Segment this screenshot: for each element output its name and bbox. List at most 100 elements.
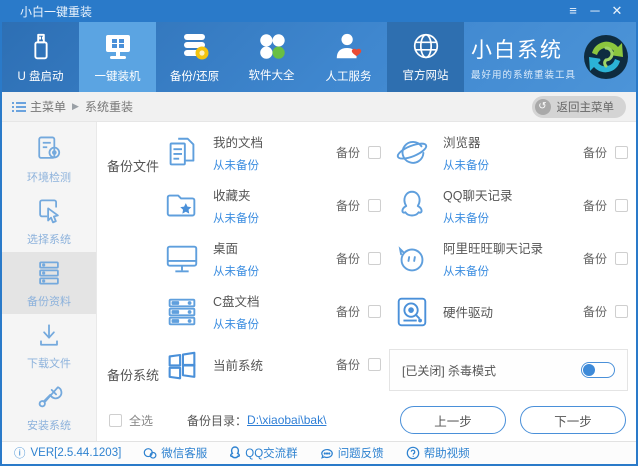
item-status: 从未备份 [213, 319, 259, 331]
section-label-backup-system: 备份系统 [107, 368, 160, 383]
qq-mini-icon [229, 446, 241, 460]
toggle-knob [583, 364, 595, 376]
folder-star-icon [159, 187, 205, 225]
usb-icon [25, 30, 57, 64]
nav-software-center[interactable]: 软件大全 [233, 22, 310, 92]
clover-icon [256, 31, 288, 63]
monitor-icon [101, 30, 135, 64]
backup-row-hardware-driver: 硬件驱动 备份 [389, 285, 628, 338]
desktop-icon [159, 240, 205, 278]
item-name: 收藏夹 [213, 189, 251, 203]
backup-label: 备份 [582, 252, 607, 266]
item-name: 阿里旺旺聊天记录 [443, 242, 544, 256]
app-window: 小白一键重装 ≡ ─ ✕ U 盘启动 一键装机 备份/还原 软件大全 人工服务 … [0, 0, 638, 466]
minimize-icon[interactable]: ─ [584, 0, 606, 22]
sidebar-item-env-check[interactable]: 环境检测 [2, 128, 96, 190]
select-all-label: 全选 [129, 413, 154, 428]
backup-left-column: 我的文档 从未备份 备份 收藏夹 从未备份 备份 桌面 从未备份 备份 C盘文档… [159, 126, 381, 391]
sidebar-item-backup-data[interactable]: 备份资料 [2, 252, 96, 314]
section-label-backup-files: 备份文件 [107, 159, 160, 174]
sidebar-item-download-files[interactable]: 下载文件 [2, 314, 96, 376]
menu-icon[interactable]: ≡ [562, 0, 584, 22]
backup-checkbox[interactable] [368, 252, 381, 265]
antivirus-mode-box: [已关闭] 杀毒模式 [389, 349, 628, 391]
sidebar: 环境检测 选择系统 备份资料 下载文件 安装系统 [2, 122, 97, 441]
sidebar-label: 安装系统 [27, 420, 71, 432]
backup-checkbox[interactable] [368, 199, 381, 212]
item-status: 从未备份 [443, 213, 489, 225]
antivirus-mode-label: [已关闭] 杀毒模式 [402, 363, 497, 378]
help-video-link[interactable]: 帮助视频 [406, 445, 470, 461]
item-name: 硬件驱动 [443, 306, 494, 320]
backup-checkbox[interactable] [615, 146, 628, 159]
wechat-service-link[interactable]: 微信客服 [143, 445, 207, 461]
nav-label: 官方网站 [402, 70, 449, 82]
backup-row-my-documents: 我的文档 从未备份 备份 [159, 126, 381, 179]
item-name: 我的文档 [213, 136, 264, 150]
breadcrumb-root[interactable]: 主菜单 [30, 98, 66, 115]
wechat-icon [143, 447, 157, 460]
back-arrow-icon: ↺ [534, 98, 551, 115]
feedback-bubble-icon [320, 447, 334, 460]
item-status: 从未备份 [213, 213, 259, 225]
breadcrumb-separator-icon: ▶ [72, 101, 79, 111]
list-icon [12, 101, 26, 113]
nav-label: 软件大全 [248, 70, 295, 82]
main-content: 备份文件 备份系统 我的文档 从未备份 备份 收藏夹 从未备份 备份 桌面 从未… [97, 122, 636, 441]
item-status: 从未备份 [213, 160, 259, 172]
backup-checkbox[interactable] [368, 358, 381, 371]
browser-icon [389, 134, 435, 172]
backup-checkbox[interactable] [368, 305, 381, 318]
nav-one-key-install[interactable]: 一键装机 [79, 22, 156, 92]
link-label: 问题反馈 [337, 448, 384, 460]
backup-label: 备份 [335, 305, 360, 319]
brand-area: 小白系统 最好用的系统重装工具 [464, 22, 636, 92]
top-nav: U 盘启动 一键装机 备份/还原 软件大全 人工服务 官方网站 小白系统 最好用… [2, 22, 636, 92]
documents-icon [159, 134, 205, 172]
item-name: 当前系统 [213, 359, 264, 373]
wrench-icon [33, 381, 65, 413]
link-label: QQ交流群 [245, 448, 298, 460]
sidebar-label: 下载文件 [27, 358, 71, 370]
sidebar-item-install-system[interactable]: 安装系统 [2, 376, 96, 438]
return-main-menu-button[interactable]: ↺ 返回主菜单 [531, 95, 626, 118]
backup-label: 备份 [335, 199, 360, 213]
backup-label: 备份 [582, 146, 607, 160]
version-text: VER[2.5.44.1203] [30, 447, 122, 459]
info-icon: ⓘ [14, 448, 26, 460]
backup-right-column: 浏览器 从未备份 备份 QQ聊天记录 从未备份 备份 阿里旺旺聊天记录 从未备份… [389, 126, 628, 338]
drive-stack-icon [159, 293, 205, 331]
hard-drive-icon [389, 293, 435, 331]
select-all-checkbox[interactable] [109, 413, 122, 427]
nav-label: 人工服务 [325, 71, 372, 83]
sidebar-item-select-system[interactable]: 选择系统 [2, 190, 96, 252]
antivirus-toggle[interactable] [581, 362, 615, 378]
title-bar: 小白一键重装 ≡ ─ ✕ [2, 0, 636, 22]
qq-group-link[interactable]: QQ交流群 [229, 445, 298, 461]
backup-dir-link[interactable]: D:\xiaobai\bak\ [247, 413, 326, 427]
link-label: 微信客服 [161, 448, 208, 460]
backup-label: 备份 [335, 358, 360, 372]
backup-row-favorites: 收藏夹 从未备份 备份 [159, 179, 381, 232]
nav-backup-restore[interactable]: 备份/还原 [156, 22, 233, 92]
close-icon[interactable]: ✕ [606, 0, 628, 22]
nav-human-service[interactable]: 人工服务 [310, 22, 387, 92]
nav-official-site[interactable]: 官方网站 [387, 22, 464, 92]
backup-row-aliwangwang-chat: 阿里旺旺聊天记录 从未备份 备份 [389, 232, 628, 285]
brand-logo-icon [582, 33, 630, 81]
backup-row-c-drive-docs: C盘文档 从未备份 备份 [159, 285, 381, 338]
previous-step-button[interactable]: 上一步 [400, 406, 506, 434]
backup-checkbox[interactable] [615, 252, 628, 265]
window-title: 小白一键重装 [20, 4, 93, 19]
status-bar: ⓘ VER[2.5.44.1203] 微信客服 QQ交流群 问题反馈 帮助视频 [2, 441, 636, 464]
backup-checkbox[interactable] [368, 146, 381, 159]
next-step-button[interactable]: 下一步 [520, 406, 626, 434]
item-status: 从未备份 [443, 266, 489, 278]
feedback-link[interactable]: 问题反馈 [320, 445, 384, 461]
nav-usb-boot[interactable]: U 盘启动 [2, 22, 79, 92]
backup-checkbox[interactable] [615, 305, 628, 318]
sidebar-label: 选择系统 [27, 234, 71, 246]
item-status: 从未备份 [213, 266, 259, 278]
backup-checkbox[interactable] [615, 199, 628, 212]
backup-label: 备份 [335, 146, 360, 160]
